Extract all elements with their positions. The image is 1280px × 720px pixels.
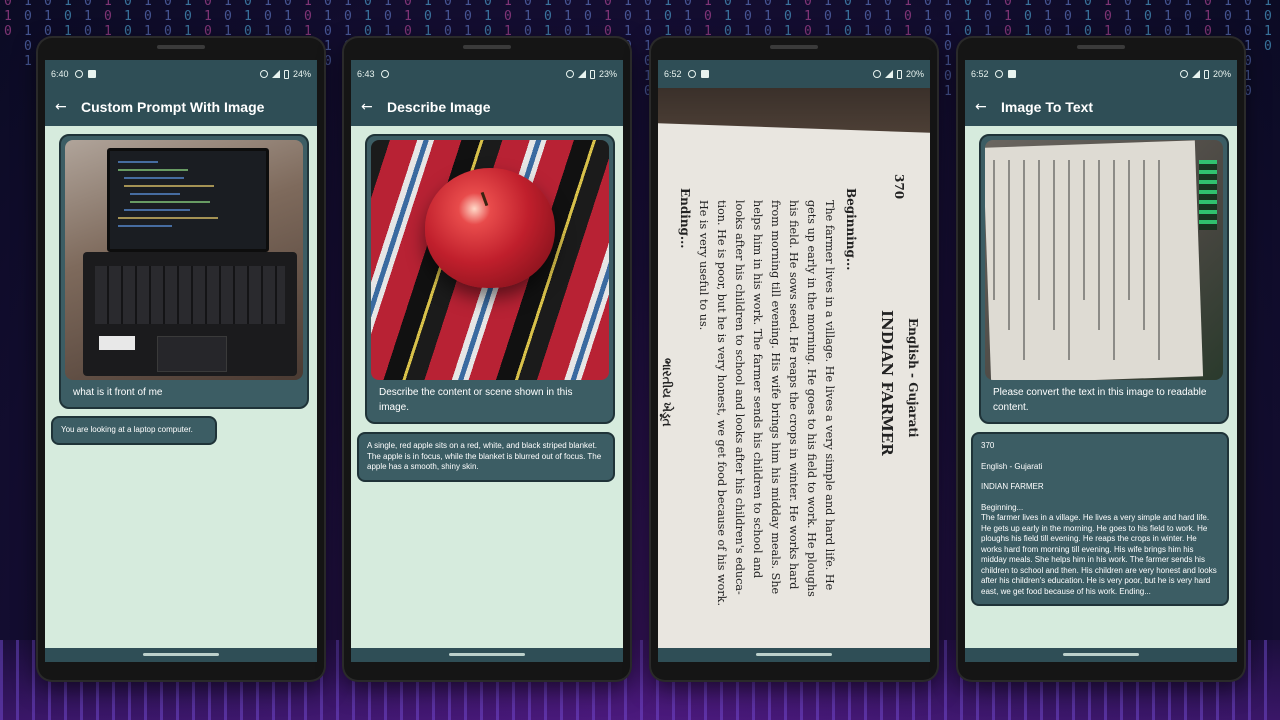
ocr-title: INDIAN FARMER — [981, 482, 1044, 491]
book-line: from morning till evening. His wife brin… — [769, 200, 782, 595]
do-not-disturb-icon — [565, 70, 574, 78]
status-bar: 6:40 24% — [45, 60, 317, 88]
phone-frame-2: 6:43 23% ← Describe Image Describe the c… — [344, 38, 630, 680]
location-icon — [380, 70, 389, 78]
location-icon — [74, 70, 83, 78]
phone-speaker — [1077, 45, 1125, 49]
book-page-photo[interactable] — [985, 140, 1223, 380]
user-message: Describe the content or scene shown in t… — [365, 134, 615, 424]
home-gesture-bar[interactable] — [449, 653, 525, 656]
book-title: INDIAN FARMER — [878, 310, 896, 456]
page-title: Custom Prompt With Image — [81, 99, 265, 115]
phone-frame-4: 6:52 20% ← Image To Text Please convert … — [958, 38, 1244, 680]
page-title: Image To Text — [1001, 99, 1094, 115]
ocr-header: English - Gujarati — [981, 461, 1043, 471]
book-header: English - Gujarati — [906, 318, 920, 438]
apple-photo[interactable] — [371, 140, 609, 380]
battery-level: 23% — [598, 69, 617, 79]
chat-area[interactable]: Describe the content or scene shown in t… — [351, 126, 623, 626]
signal-icon — [577, 70, 586, 78]
book-line: looks after his children to school and l… — [733, 200, 746, 595]
location-icon — [994, 70, 1003, 78]
phone-speaker — [157, 45, 205, 49]
home-gesture-bar[interactable] — [756, 653, 832, 656]
phone-screen-4: 6:52 20% ← Image To Text Please convert … — [965, 60, 1237, 662]
signal-icon — [1191, 70, 1200, 78]
phone-frame-3: 6:52 20% English - Gujarati INDIAN FARMER… — [651, 38, 937, 680]
battery-icon — [1203, 69, 1209, 79]
status-time: 6:52 — [971, 69, 989, 79]
status-time: 6:52 — [664, 69, 682, 79]
phone-frame-1: 6:40 24% ← Custom Prompt With Image what… — [38, 38, 324, 680]
laptop-photo[interactable] — [65, 140, 303, 380]
battery-icon — [589, 69, 595, 79]
app-bar: ← Custom Prompt With Image — [45, 88, 317, 126]
do-not-disturb-icon — [259, 70, 268, 78]
battery-icon — [896, 69, 902, 79]
notification-icon — [1007, 70, 1016, 78]
battery-icon — [283, 69, 289, 79]
page-title: Describe Image — [387, 99, 491, 115]
arrow-left-icon[interactable]: ← — [361, 100, 375, 114]
book-gujarati-text: ભારતીય ખેડૂત — [660, 358, 674, 427]
signal-icon — [884, 70, 893, 78]
status-bar: 6:43 23% — [351, 60, 623, 88]
arrow-left-icon[interactable]: ← — [55, 100, 69, 114]
camera-preview[interactable]: English - Gujarati INDIAN FARMER 370 Beginn… — [658, 88, 930, 648]
bot-response: You are looking at a laptop computer. — [51, 416, 217, 445]
status-bar: 6:52 20% — [965, 60, 1237, 88]
phone-screen-3: 6:52 20% English - Gujarati INDIAN FARMER… — [658, 60, 930, 662]
arrow-left-icon[interactable]: ← — [975, 100, 989, 114]
book-line: gets up early in the morning. He goes to… — [805, 200, 818, 597]
signal-icon — [271, 70, 280, 78]
apple — [425, 168, 555, 288]
nav-bar — [965, 648, 1237, 662]
bot-response: A single, red apple sits on a red, white… — [357, 432, 615, 482]
book-line: helps him in his work. The farmer sends … — [751, 200, 764, 579]
phone-screen-1: 6:40 24% ← Custom Prompt With Image what… — [45, 60, 317, 662]
status-bar: 6:52 20% — [658, 60, 930, 88]
book-beginning: Beginning... — [844, 188, 858, 271]
book-line: his field. He sows seed. He reaps the cr… — [787, 200, 800, 590]
ocr-page-number: 370 — [981, 441, 995, 450]
chat-area[interactable]: what is it front of me You are looking a… — [45, 126, 317, 626]
user-prompt-text: what is it front of me — [73, 387, 163, 398]
user-prompt-text: Please convert the text in this image to… — [993, 387, 1207, 413]
home-gesture-bar[interactable] — [143, 653, 219, 656]
app-bar: ← Describe Image — [351, 88, 623, 126]
bot-response: 370 English - Gujarati INDIAN FARMER Beg… — [971, 432, 1229, 606]
app-bar: ← Image To Text — [965, 88, 1237, 126]
chat-area[interactable]: Please convert the text in this image to… — [965, 126, 1237, 626]
user-message: Please convert the text in this image to… — [979, 134, 1229, 424]
location-icon — [687, 70, 696, 78]
nav-bar — [45, 648, 317, 662]
nav-bar — [351, 648, 623, 662]
phone-screen-2: 6:43 23% ← Describe Image Describe the c… — [351, 60, 623, 662]
book-line: The farmer lives in a village. He lives … — [823, 200, 836, 591]
book-ending: Ending... — [678, 188, 692, 249]
linkedin-icon — [87, 70, 96, 78]
do-not-disturb-icon — [1179, 70, 1188, 78]
battery-level: 20% — [1212, 69, 1231, 79]
user-message: what is it front of me — [59, 134, 309, 409]
notification-icon — [700, 70, 709, 78]
phone-speaker — [770, 45, 818, 49]
laptop-screen — [107, 148, 269, 252]
battery-level: 24% — [292, 69, 311, 79]
phone-speaker — [463, 45, 511, 49]
status-time: 6:43 — [357, 69, 375, 79]
book-page-number: 370 — [892, 174, 906, 200]
do-not-disturb-icon — [872, 70, 881, 78]
battery-level: 20% — [905, 69, 924, 79]
user-prompt-text: Describe the content or scene shown in t… — [379, 387, 573, 413]
home-gesture-bar[interactable] — [1063, 653, 1139, 656]
book-line: tion. He is poor, but he is very honest,… — [715, 200, 728, 607]
ocr-body: Beginning... The farmer lives in a villa… — [981, 502, 1217, 596]
status-time: 6:40 — [51, 69, 69, 79]
book-line: He is very useful to us. — [697, 200, 710, 331]
nav-bar — [658, 648, 930, 662]
